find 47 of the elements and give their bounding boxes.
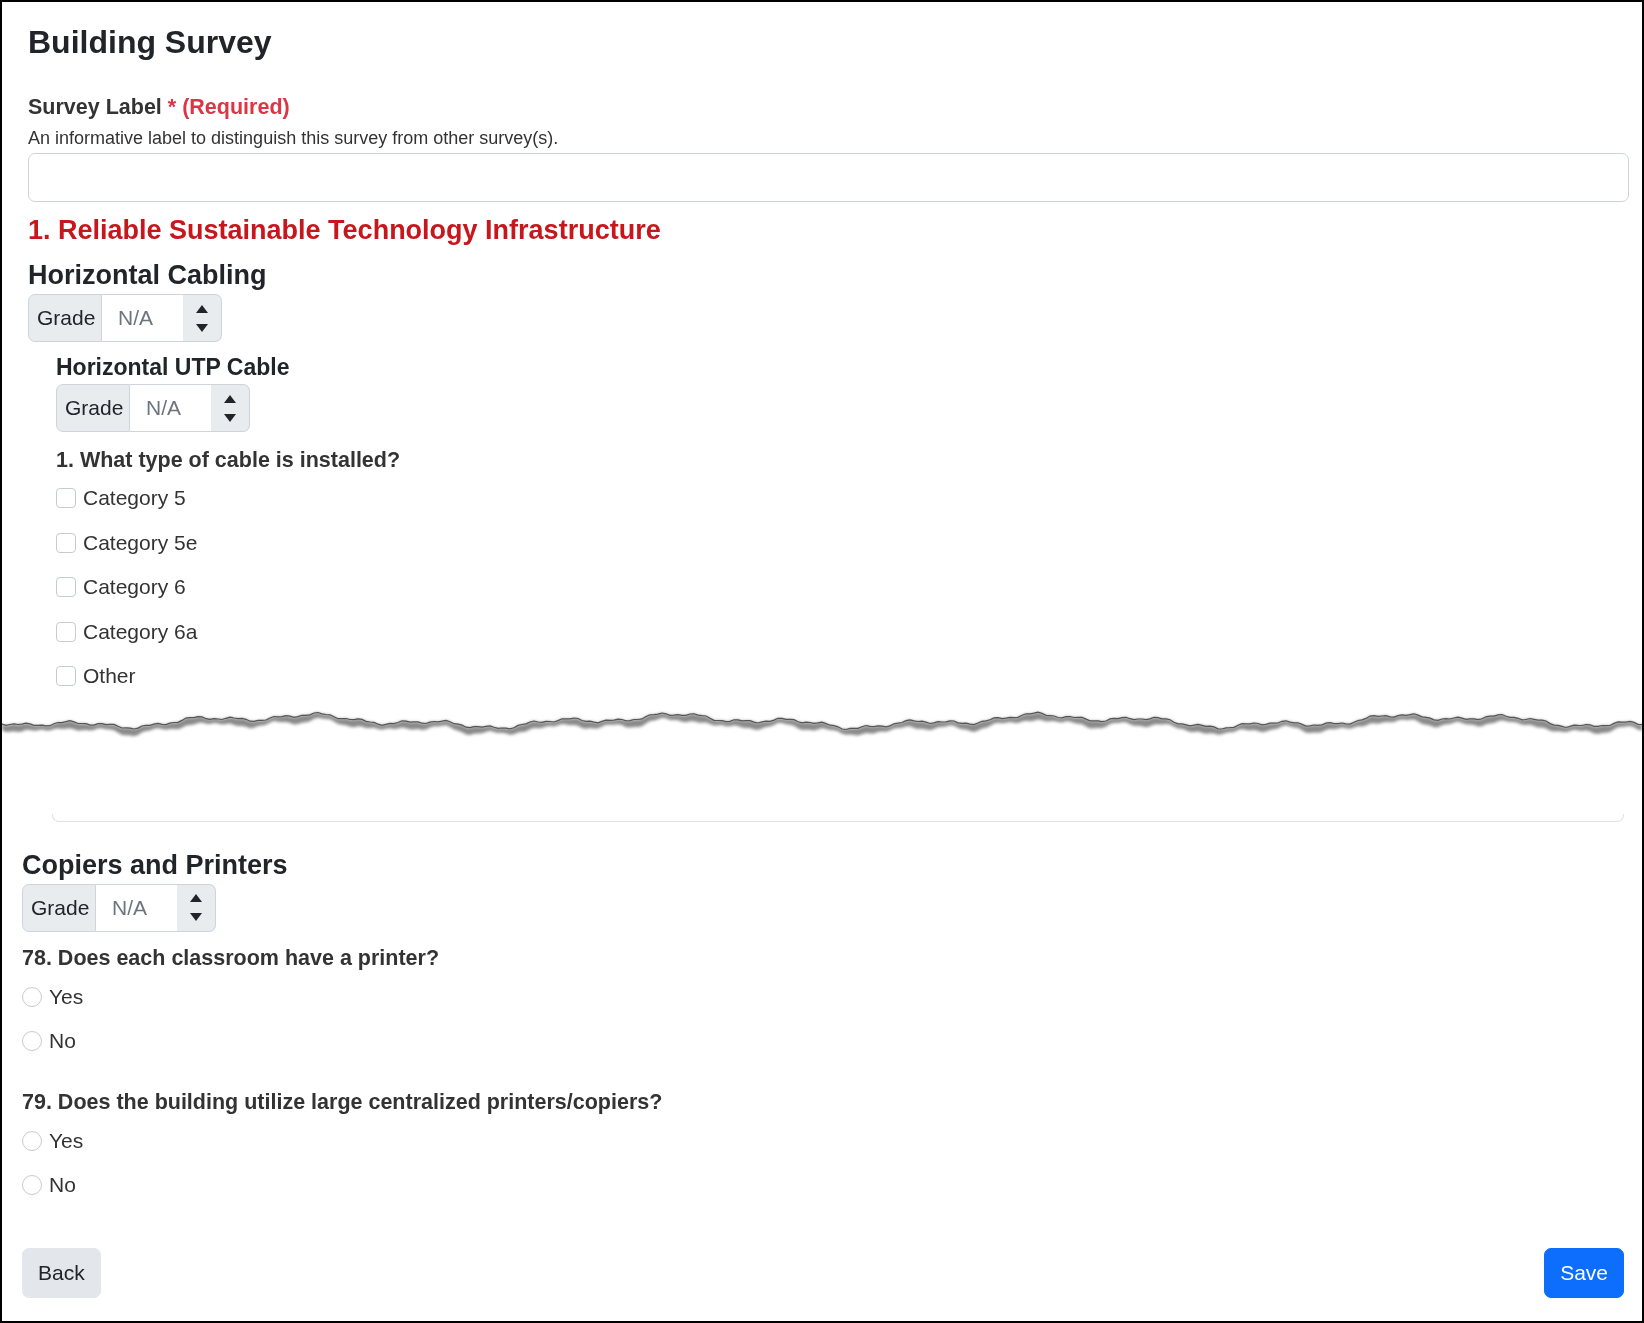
survey-label-input[interactable] bbox=[28, 153, 1629, 202]
save-button[interactable]: Save bbox=[1544, 1248, 1624, 1298]
down-triangle-icon[interactable] bbox=[196, 323, 208, 332]
radio-button[interactable] bbox=[22, 1131, 42, 1152]
checkbox[interactable] bbox=[56, 532, 76, 553]
up-triangle-icon[interactable] bbox=[196, 304, 208, 313]
checkbox-label: Category 6 bbox=[83, 575, 186, 600]
grade-input[interactable]: N/A bbox=[102, 294, 183, 342]
question-text: 78. Does each classroom have a printer? bbox=[22, 945, 441, 970]
radio-button[interactable] bbox=[22, 987, 42, 1008]
category-heading: Horizontal Cabling bbox=[28, 259, 268, 291]
grade-input[interactable]: N/A bbox=[130, 384, 211, 432]
category-heading: Copiers and Printers bbox=[22, 848, 289, 881]
grade-label: Grade bbox=[56, 384, 130, 432]
radio-button[interactable] bbox=[22, 1174, 42, 1195]
question-text: 1. What type of cable is installed? bbox=[56, 448, 402, 472]
grade-input[interactable]: N/A bbox=[96, 883, 177, 932]
field-hint: An informative label to distinguish this survey from other survey(s). bbox=[28, 128, 560, 148]
required-note: * (Required) bbox=[167, 95, 290, 119]
checkbox-label: Category 5 bbox=[83, 486, 186, 511]
checkbox-label: Other bbox=[83, 664, 136, 689]
radio-label: No bbox=[49, 1028, 76, 1053]
number-spinner[interactable] bbox=[211, 384, 250, 432]
down-triangle-icon[interactable] bbox=[190, 913, 202, 921]
radio-label: No bbox=[49, 1172, 76, 1197]
subcategory-heading: Horizontal UTP Cable bbox=[56, 353, 291, 381]
checkbox-label: Category 6a bbox=[83, 619, 198, 644]
checkbox-label: Category 5e bbox=[83, 530, 198, 555]
checkbox[interactable] bbox=[56, 488, 76, 509]
question-text: 79. Does the building utilize large centralized printers/copiers? bbox=[22, 1089, 664, 1114]
down-triangle-icon[interactable] bbox=[224, 413, 236, 422]
checkbox[interactable] bbox=[56, 577, 76, 598]
checkbox[interactable] bbox=[56, 666, 76, 687]
radio-label: Yes bbox=[49, 1129, 84, 1154]
page-title: Building Survey bbox=[28, 23, 273, 61]
back-button[interactable]: Back bbox=[22, 1248, 101, 1298]
radio-label: Yes bbox=[49, 985, 84, 1010]
up-triangle-icon[interactable] bbox=[190, 894, 202, 902]
up-triangle-icon[interactable] bbox=[224, 394, 236, 403]
number-spinner[interactable] bbox=[177, 883, 216, 932]
field-label: Survey Label bbox=[28, 95, 162, 119]
grade-label: Grade bbox=[22, 883, 96, 932]
section-heading: 1. Reliable Sustainable Technology Infrastructure bbox=[28, 214, 662, 246]
checkbox[interactable] bbox=[56, 621, 76, 642]
radio-button[interactable] bbox=[22, 1030, 42, 1051]
number-spinner[interactable] bbox=[183, 294, 222, 342]
grade-label: Grade bbox=[28, 294, 102, 342]
